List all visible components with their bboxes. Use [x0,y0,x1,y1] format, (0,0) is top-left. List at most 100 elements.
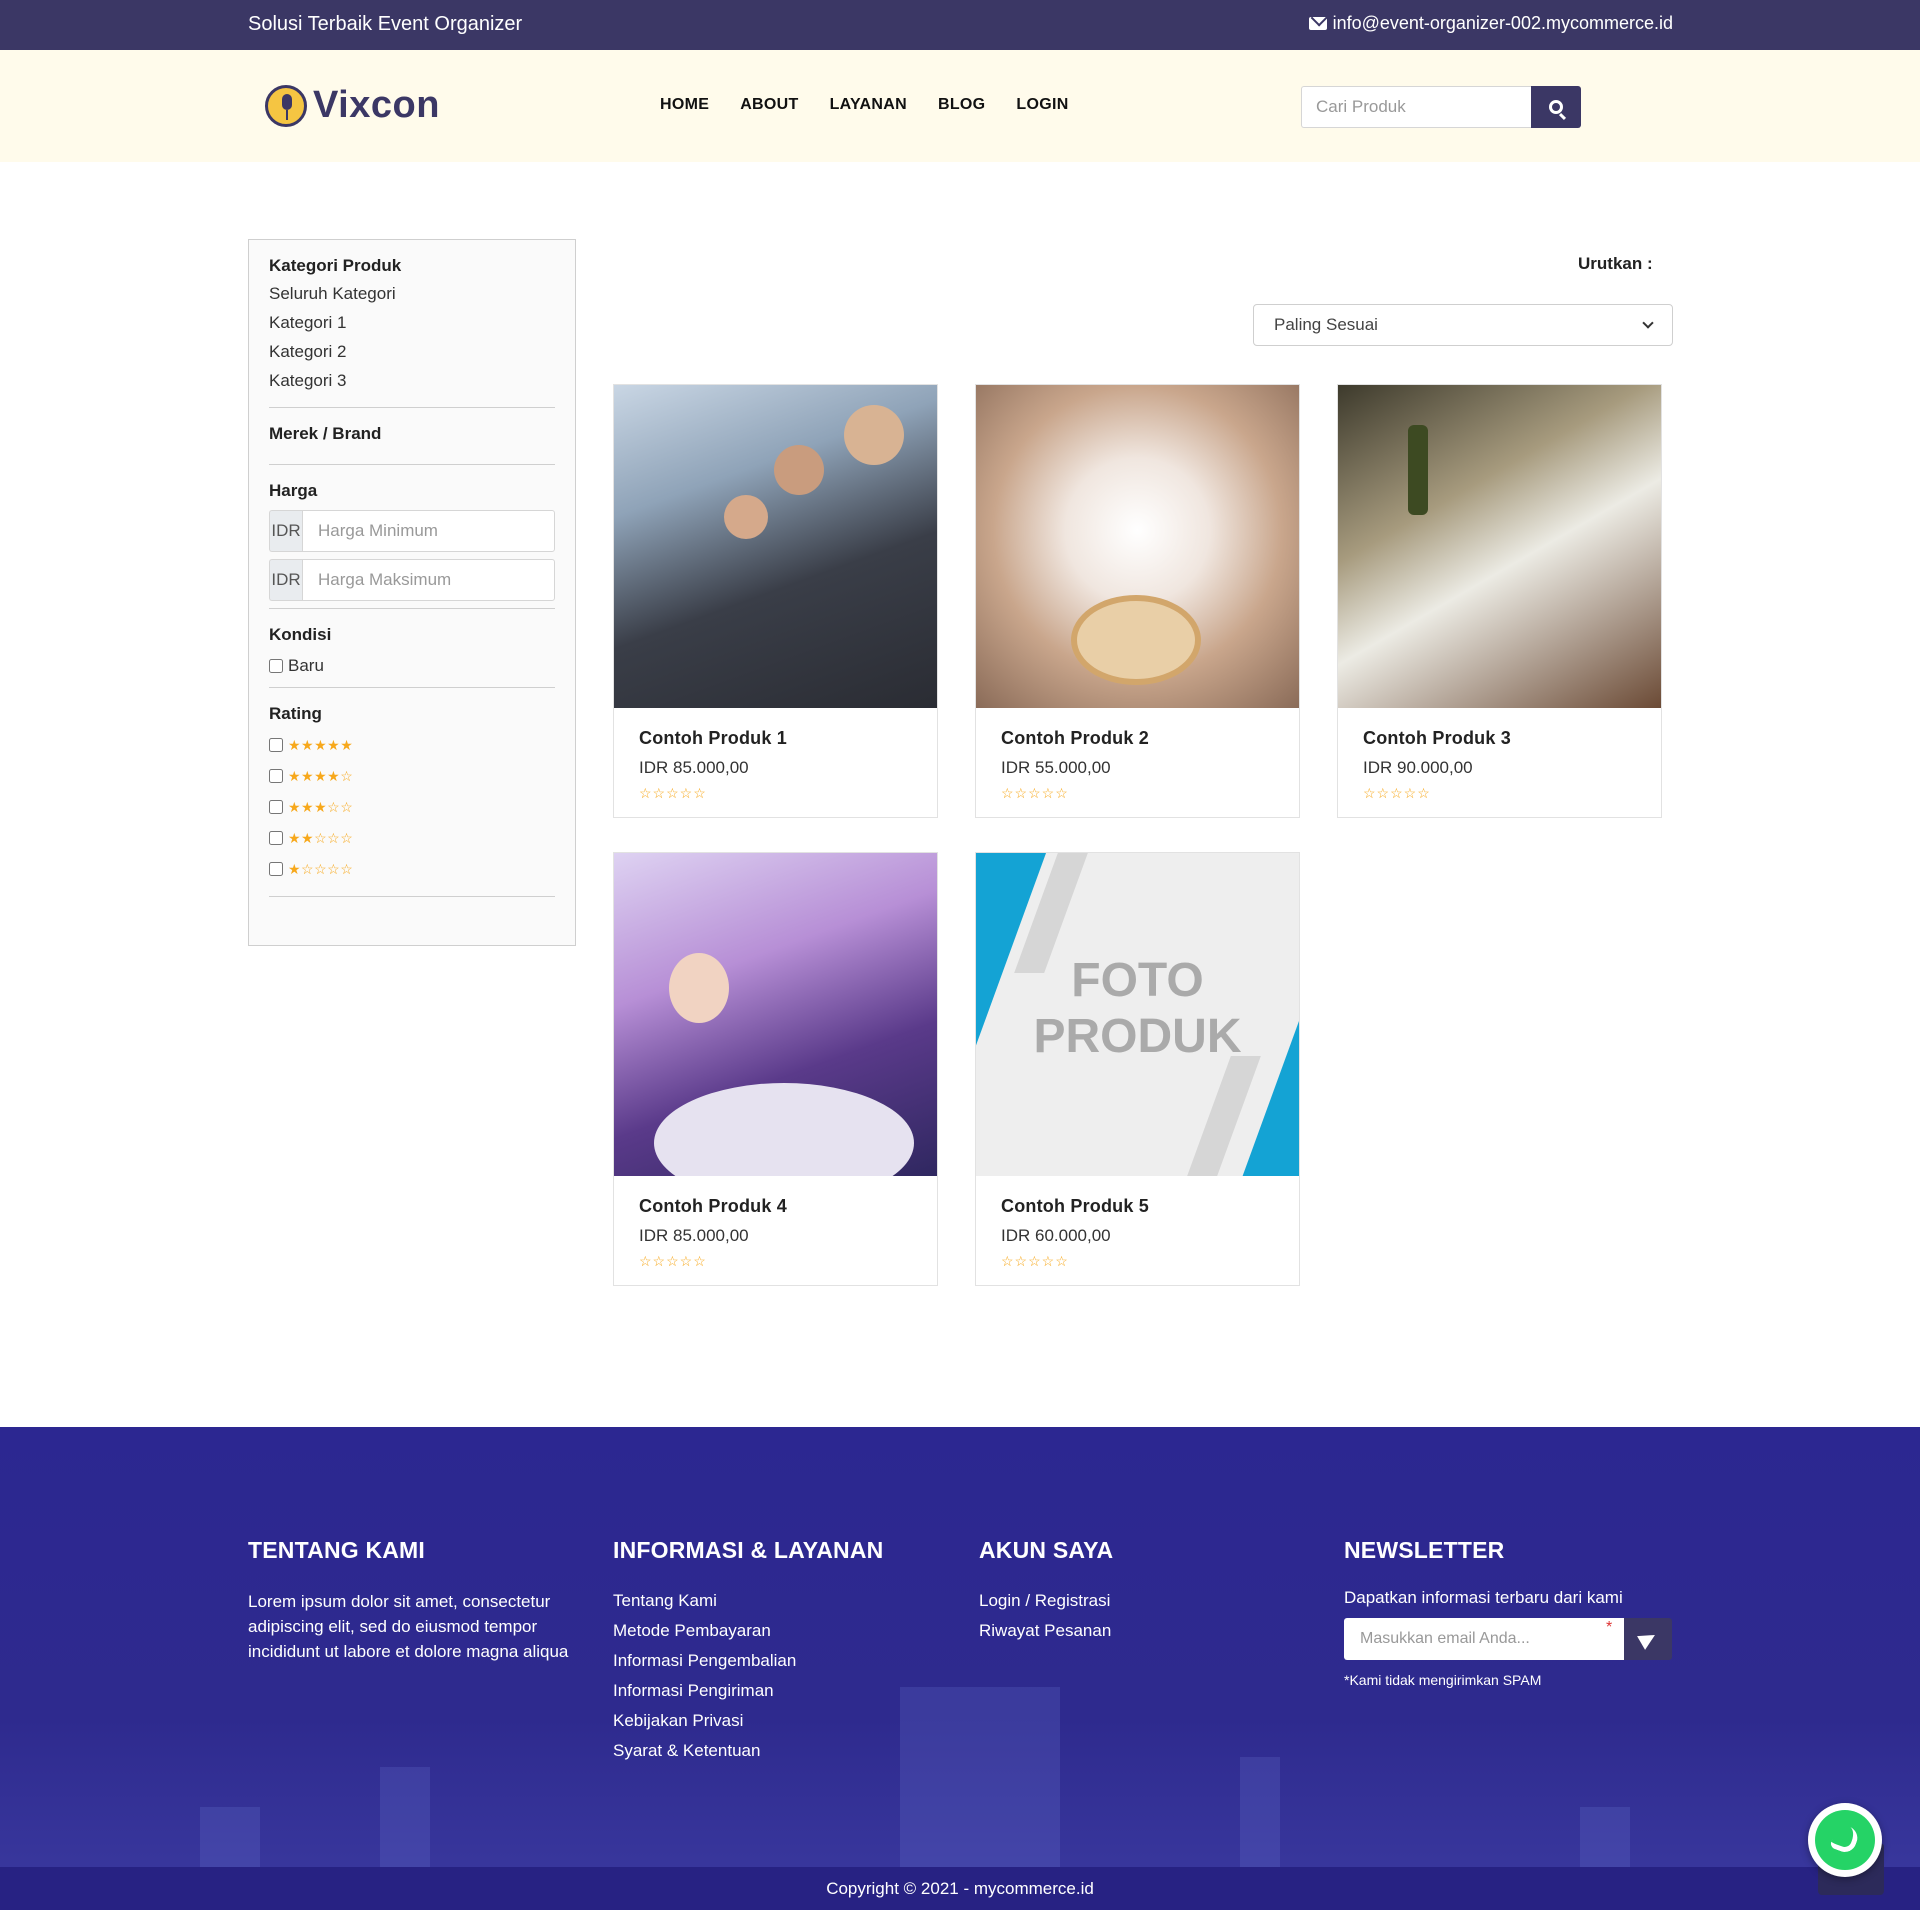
nav-blog[interactable]: BLOG [938,96,985,114]
price-min-group: IDR [269,510,555,552]
product-price: IDR 85.000,00 [639,1226,749,1245]
footer-info-title: INFORMASI & LAYANAN [613,1537,884,1563]
rating-filter-1[interactable]: ★☆☆☆☆ [269,858,555,880]
nav-layanan[interactable]: LAYANAN [830,96,907,114]
rating-1-checkbox[interactable] [269,862,283,876]
currency-label: IDR [269,510,302,552]
star-icons: ★★☆☆☆ [288,829,354,846]
footer-link-orders[interactable]: Riwayat Pesanan [979,1619,1113,1642]
rating-3-checkbox[interactable] [269,800,283,814]
photo-detail [669,953,729,1023]
product-image[interactable] [1338,385,1661,708]
product-image[interactable] [614,853,937,1176]
logo-text: Vixcon [313,84,440,126]
product-image[interactable] [614,385,937,708]
product-name[interactable]: Contoh Produk 2 [1001,728,1274,749]
rating-filter-2[interactable]: ★★☆☆☆ [269,827,555,849]
logo[interactable]: Vixcon [265,84,440,127]
nav-login[interactable]: LOGIN [1016,96,1068,114]
footer-about: TENTANG KAMI Lorem ipsum dolor sit amet,… [248,1537,578,1664]
envelope-icon [1308,17,1327,30]
divider [269,608,555,609]
rating-filter-5[interactable]: ★★★★★ [269,734,555,756]
send-icon [1637,1628,1659,1650]
footer-link[interactable]: Syarat & Ketentuan [613,1739,883,1762]
rating-filter-3[interactable]: ★★★☆☆ [269,796,555,818]
divider [269,687,555,688]
search-input[interactable] [1301,86,1531,128]
site-footer: TENTANG KAMI Lorem ipsum dolor sit amet,… [0,1427,1920,1910]
placeholder-text: FOTO PRODUK [976,953,1299,1065]
product-card[interactable]: Contoh Produk 1 IDR 85.000,00 ☆☆☆☆☆ [613,384,938,818]
nav-home[interactable]: HOME [660,96,709,114]
rating-4-checkbox[interactable] [269,769,283,783]
phone-icon [1829,1822,1861,1856]
newsletter-title: NEWSLETTER [1344,1537,1505,1563]
photo-detail [1071,595,1201,685]
condition-new[interactable]: Baru [269,655,555,677]
product-card[interactable]: Contoh Produk 4 IDR 85.000,00 ☆☆☆☆☆ [613,852,938,1286]
product-image[interactable] [976,385,1299,708]
photo-detail [1408,425,1428,515]
rating-2-checkbox[interactable] [269,831,283,845]
contact-email[interactable]: info@event-organizer-002.mycommerce.id [1308,13,1673,34]
top-bar: Solusi Terbaik Event Organizer info@even… [0,0,1920,50]
product-name[interactable]: Contoh Produk 5 [1001,1196,1274,1217]
footer-link[interactable]: Metode Pembayaran [613,1619,883,1642]
product-rating: ☆☆☆☆☆ [1363,785,1431,801]
whatsapp-icon [1815,1810,1875,1870]
price-title: Harga [269,481,318,500]
condition-title: Kondisi [269,625,332,644]
photo-detail [724,495,768,539]
product-image-placeholder[interactable]: FOTO PRODUK [976,853,1299,1176]
product-name[interactable]: Contoh Produk 3 [1363,728,1636,749]
product-card[interactable]: Contoh Produk 3 IDR 90.000,00 ☆☆☆☆☆ [1337,384,1662,818]
newsletter-email-input[interactable] [1344,1618,1624,1660]
rating-filter-4[interactable]: ★★★★☆ [269,765,555,787]
microphone-icon [265,84,307,127]
copyright-text: Copyright © 2021 - mycommerce.id [826,1879,1094,1898]
product-card[interactable]: Contoh Produk 2 IDR 55.000,00 ☆☆☆☆☆ [975,384,1300,818]
photo-detail [844,405,904,465]
contact-email-text[interactable]: info@event-organizer-002.mycommerce.id [1333,13,1673,34]
placeholder-line: FOTO [1071,954,1204,1007]
newsletter-text: Dapatkan informasi terbaru dari kami [1344,1588,1623,1607]
site-header: Vixcon HOME ABOUT LAYANAN BLOG LOGIN [0,50,1920,162]
whatsapp-button[interactable] [1808,1803,1882,1877]
star-icons: ★★★★☆ [288,767,354,784]
star-icons: ★★★★★ [288,736,354,753]
brand-title: Merek / Brand [269,424,382,443]
footer-info: INFORMASI & LAYANAN Tentang Kami Metode … [613,1537,883,1769]
product-price: IDR 85.000,00 [639,758,749,777]
category-3[interactable]: Kategori 3 [269,369,555,393]
condition-new-checkbox[interactable] [269,659,283,673]
product-price: IDR 55.000,00 [1001,758,1111,777]
category-1[interactable]: Kategori 1 [269,311,555,335]
footer-account-title: AKUN SAYA [979,1537,1114,1563]
category-2[interactable]: Kategori 2 [269,340,555,364]
footer-link[interactable]: Kebijakan Privasi [613,1709,883,1732]
product-name[interactable]: Contoh Produk 1 [639,728,912,749]
divider [269,407,555,408]
copyright-bar: Copyright © 2021 - mycommerce.id [0,1867,1920,1910]
category-all[interactable]: Seluruh Kategori [269,282,555,306]
product-rating: ☆☆☆☆☆ [639,1253,707,1269]
footer-link[interactable]: Tentang Kami [613,1589,883,1612]
footer-link[interactable]: Informasi Pengembalian [613,1649,883,1672]
product-card[interactable]: FOTO PRODUK Contoh Produk 5 IDR 60.000,0… [975,852,1300,1286]
rating-5-checkbox[interactable] [269,738,283,752]
product-name[interactable]: Contoh Produk 4 [639,1196,912,1217]
star-icons: ★☆☆☆☆ [288,860,354,877]
product-rating: ☆☆☆☆☆ [1001,1253,1069,1269]
footer-link[interactable]: Informasi Pengiriman [613,1679,883,1702]
footer-link-login[interactable]: Login / Registrasi [979,1589,1113,1612]
newsletter-submit-button[interactable] [1624,1618,1672,1660]
price-max-input[interactable] [302,559,555,601]
search-button[interactable] [1531,86,1581,128]
nav-about[interactable]: ABOUT [740,96,798,114]
condition-new-label: Baru [288,656,324,675]
main-nav: HOME ABOUT LAYANAN BLOG LOGIN [660,96,1069,114]
search-icon [1549,100,1563,114]
price-min-input[interactable] [302,510,555,552]
sort-select[interactable]: Paling Sesuai [1253,304,1673,346]
